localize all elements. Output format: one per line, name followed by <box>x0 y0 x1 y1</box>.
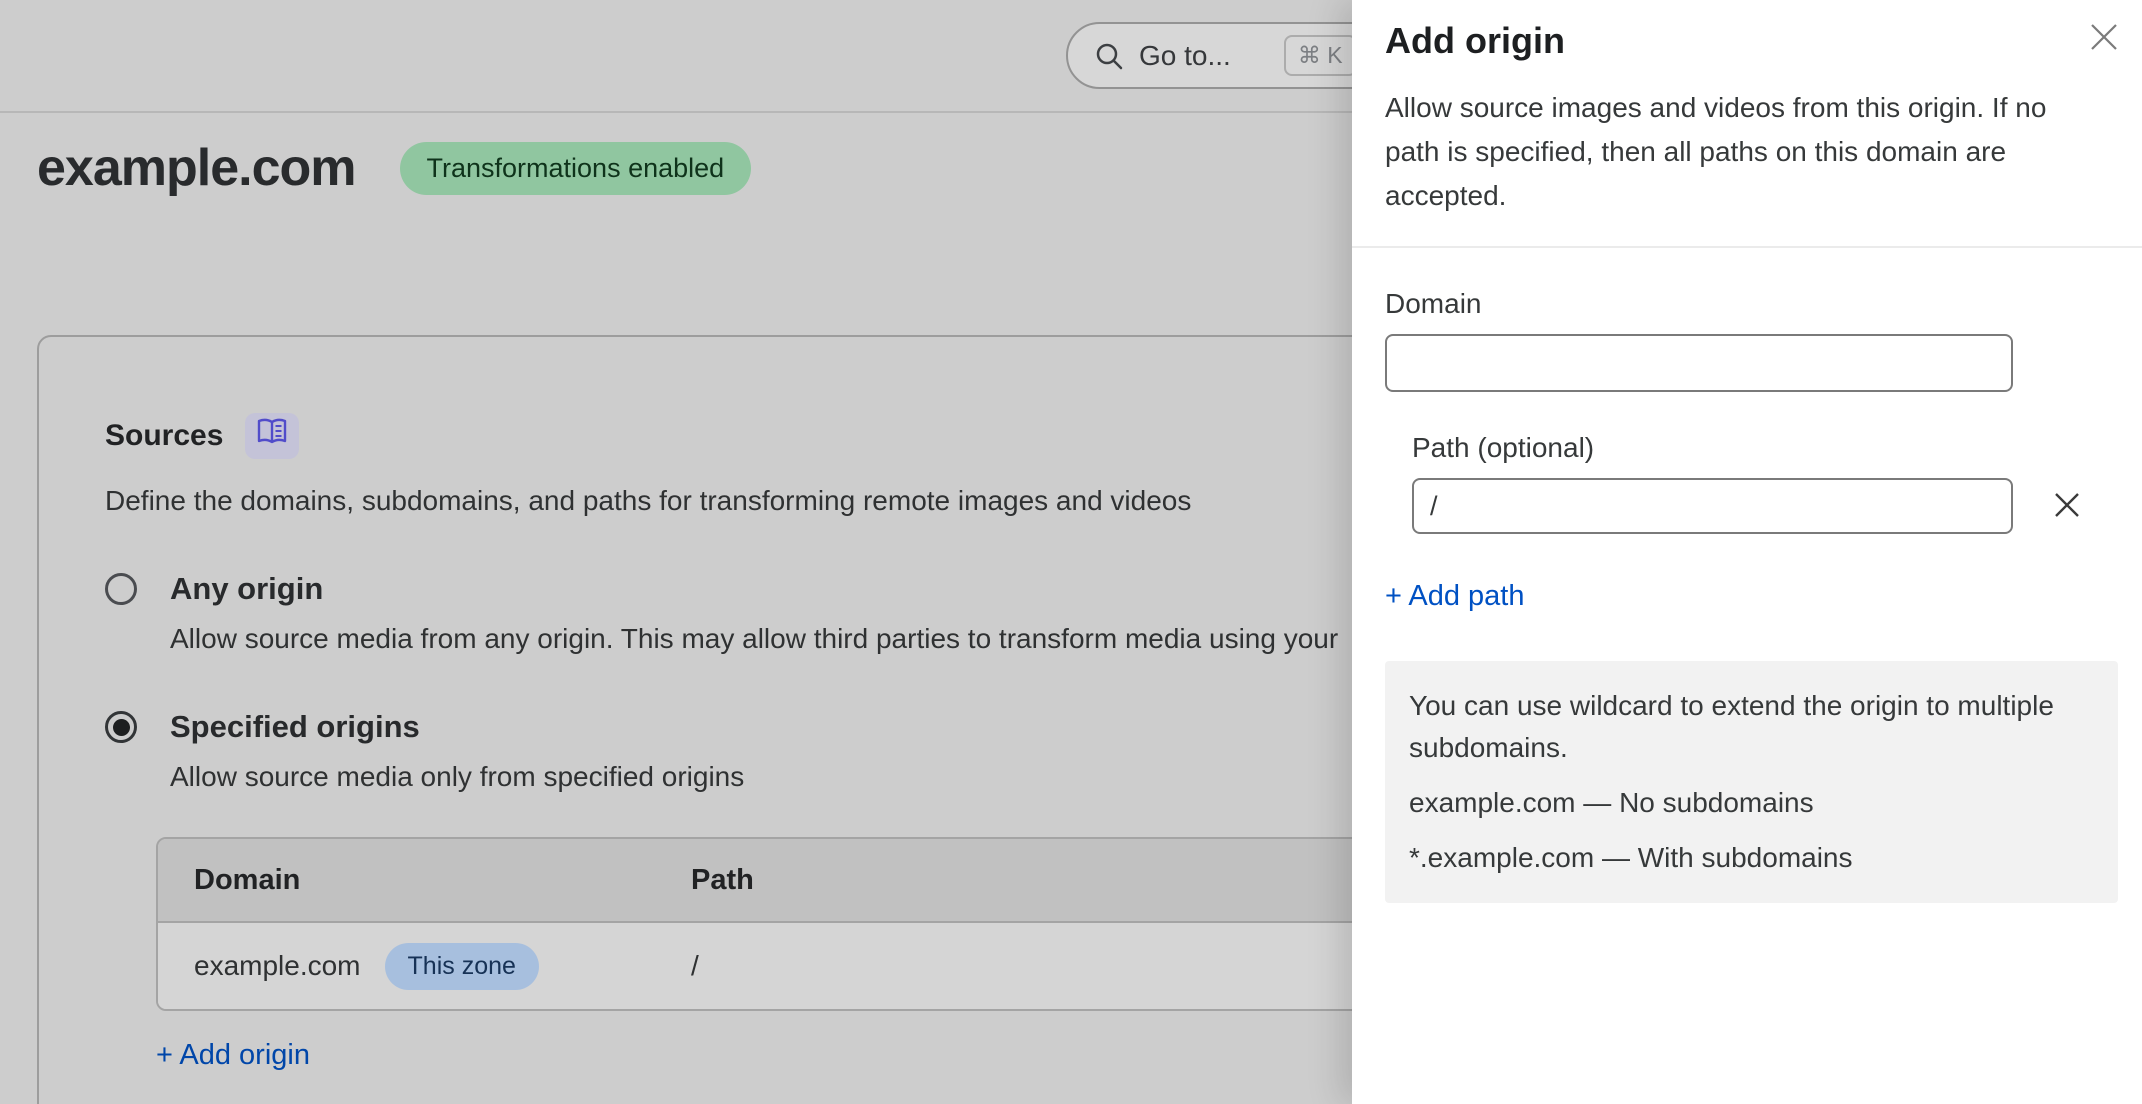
panel-title: Add origin <box>1385 20 2118 62</box>
domain-field-label: Domain <box>1385 288 2118 320</box>
path-field-label: Path (optional) <box>1412 432 2118 464</box>
close-icon <box>2087 20 2121 57</box>
path-group: Path (optional) <box>1412 432 2118 534</box>
wildcard-example-no-subdomains: example.com — No subdomains <box>1409 782 2094 824</box>
path-input[interactable] <box>1412 478 2013 534</box>
add-origin-panel: Add origin Allow source images and video… <box>1352 0 2142 1104</box>
wildcard-info-box: You can use wildcard to extend the origi… <box>1385 661 2118 903</box>
wildcard-info-text: You can use wildcard to extend the origi… <box>1409 685 2094 769</box>
add-path-link[interactable]: + Add path <box>1385 580 1525 613</box>
wildcard-example-with-subdomains: *.example.com — With subdomains <box>1409 837 2094 879</box>
panel-divider <box>1352 246 2142 248</box>
remove-path-button[interactable] <box>2049 488 2085 524</box>
app-screen: Go to... ⌘ K example.com Transformations… <box>0 0 2142 1104</box>
domain-input[interactable] <box>1385 334 2013 392</box>
panel-description: Allow source images and videos from this… <box>1385 86 2093 218</box>
remove-path-x-icon <box>2052 490 2082 523</box>
close-panel-button[interactable] <box>2084 18 2124 58</box>
